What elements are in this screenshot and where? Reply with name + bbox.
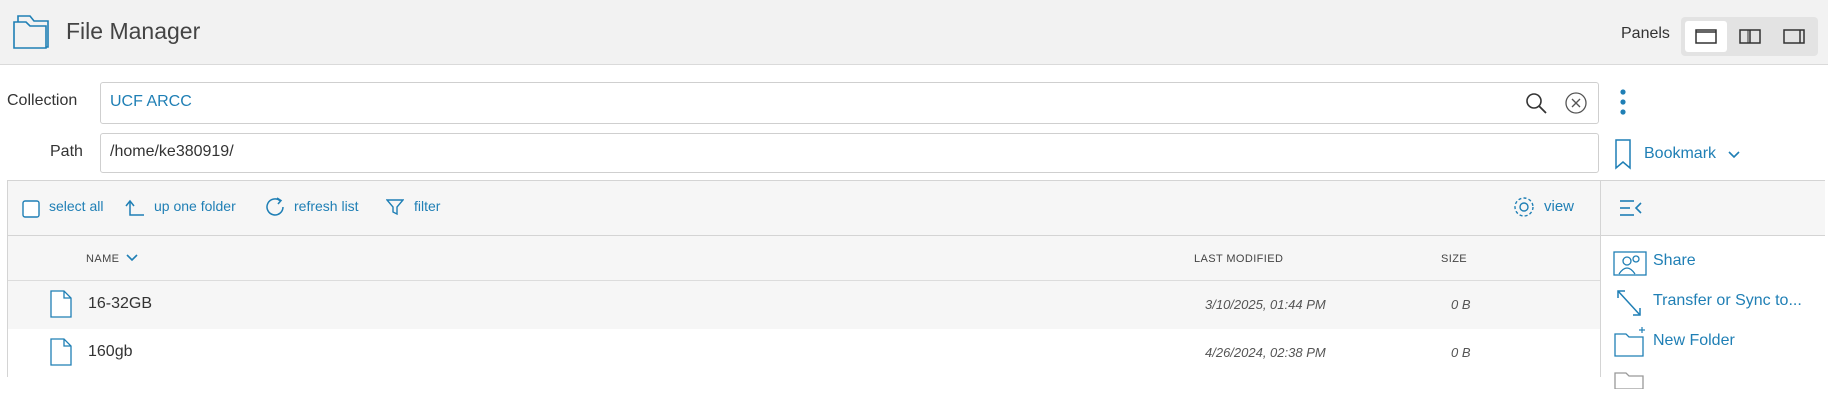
share-icon (1613, 247, 1647, 282)
search-icon[interactable] (1525, 92, 1547, 119)
collection-field[interactable]: UCF ARCC (100, 82, 1599, 124)
file-last-modified: 3/10/2025, 01:44 PM (1205, 297, 1326, 312)
new-folder-action[interactable]: New Folder (1613, 325, 1823, 361)
table-header: NAME LAST MODIFIED SIZE (8, 236, 1600, 281)
gear-icon[interactable] (1512, 195, 1536, 224)
size-column-header[interactable]: SIZE (1441, 253, 1467, 265)
chevron-down-icon (1727, 147, 1741, 165)
file-name[interactable]: 16-32GB (88, 295, 152, 313)
name-column-header[interactable]: NAME (86, 253, 138, 265)
table-row[interactable]: 16-32GB 3/10/2025, 01:44 PM 0 B (8, 281, 1600, 329)
panels-toggle-group (1681, 17, 1818, 56)
page-title: File Manager (66, 18, 201, 44)
bookmark-button[interactable]: Bookmark (1614, 138, 1744, 172)
more-action-partial[interactable] (1613, 365, 1823, 401)
actions-panel: Share Transfer or Sync to... New Folder (1600, 181, 1825, 390)
share-action[interactable]: Share (1613, 245, 1823, 281)
file-icon (50, 290, 72, 323)
file-icon (50, 338, 72, 371)
checkbox-icon[interactable] (22, 200, 40, 223)
single-panel-icon (1695, 29, 1717, 44)
right-panel-icon (1783, 29, 1805, 44)
up-folder-icon[interactable] (125, 198, 145, 223)
collection-label: Collection (7, 92, 78, 109)
dual-panel-icon (1739, 29, 1761, 44)
file-name[interactable]: 160gb (88, 343, 133, 361)
folder-icon (1613, 369, 1647, 394)
select-all-button[interactable]: select all (49, 198, 103, 214)
up-one-folder-button[interactable]: up one folder (154, 198, 236, 214)
right-panel-button[interactable] (1773, 21, 1815, 52)
dual-panel-button[interactable] (1729, 21, 1771, 52)
path-value[interactable]: /home/ke380919/ (110, 143, 234, 161)
transfer-icon (1615, 288, 1643, 323)
last-modified-column-header[interactable]: LAST MODIFIED (1194, 253, 1283, 265)
collection-value[interactable]: UCF ARCC (110, 93, 192, 111)
collapse-panel-icon[interactable] (1619, 199, 1643, 222)
clear-icon[interactable] (1565, 92, 1587, 119)
new-folder-label: New Folder (1653, 332, 1735, 349)
sort-chevron-icon (126, 254, 138, 262)
folder-icon (12, 12, 54, 55)
top-bar: File Manager Panels (0, 0, 1828, 65)
share-label: Share (1653, 252, 1696, 269)
file-toolbar: select all up one folder refresh list fi… (8, 181, 1600, 236)
transfer-action[interactable]: Transfer or Sync to... (1613, 285, 1823, 321)
name-header-label: NAME (86, 253, 120, 265)
path-field[interactable]: /home/ke380919/ (100, 133, 1599, 173)
filter-icon[interactable] (385, 198, 405, 221)
table-row[interactable]: 160gb 4/26/2024, 02:38 PM 0 B (8, 329, 1600, 377)
file-size: 0 B (1451, 345, 1471, 360)
actions-panel-header (1601, 181, 1825, 236)
filter-button[interactable]: filter (414, 198, 440, 214)
transfer-label: Transfer or Sync to... (1653, 292, 1802, 309)
bookmark-label: Bookmark (1644, 145, 1717, 162)
refresh-icon[interactable] (265, 196, 287, 223)
file-pane: select all up one folder refresh list fi… (7, 180, 1825, 390)
panels-label: Panels (1621, 25, 1670, 42)
more-options-icon[interactable] (1618, 88, 1628, 121)
view-button[interactable]: view (1544, 198, 1574, 215)
single-panel-button[interactable] (1685, 21, 1727, 52)
refresh-list-button[interactable]: refresh list (294, 198, 359, 214)
new-folder-icon (1613, 326, 1647, 363)
file-last-modified: 4/26/2024, 02:38 PM (1205, 345, 1326, 360)
bookmark-icon (1614, 138, 1632, 175)
file-size: 0 B (1451, 297, 1471, 312)
path-label: Path (50, 143, 83, 160)
